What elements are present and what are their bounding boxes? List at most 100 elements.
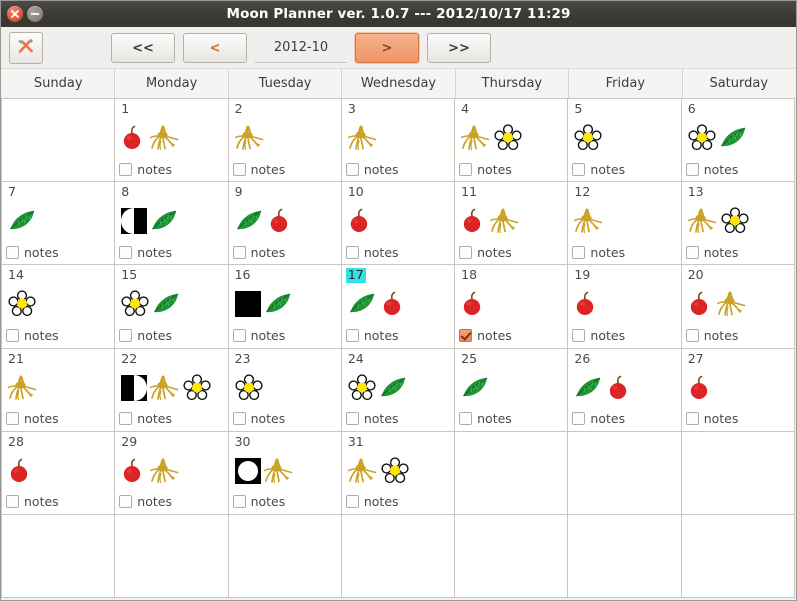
calendar-cell-day-1[interactable]: 1 notes [114,98,229,183]
notes-label[interactable]: notes [251,328,286,343]
notes-checkbox[interactable] [119,245,133,259]
notes-checkbox[interactable] [459,162,473,176]
notes-checkbox[interactable] [459,245,473,259]
notes-checkbox[interactable] [232,245,246,259]
notes-label[interactable]: notes [590,162,625,177]
notes-checkbox[interactable] [345,412,359,426]
notes-checkbox[interactable] [232,412,246,426]
calendar-cell-day-13[interactable]: 13 notes [680,181,795,266]
tools-button[interactable] [9,31,43,64]
calendar-cell-day-30[interactable]: 30 notes [227,430,342,515]
notes-checkbox[interactable] [232,162,246,176]
notes-checkbox[interactable] [685,162,699,176]
notes-label[interactable]: notes [364,411,399,426]
calendar-cell-day-12[interactable]: 12 notes [567,181,682,266]
calendar-cell-day-20[interactable]: 20 notes [680,264,795,349]
notes-checkbox[interactable] [572,329,586,343]
calendar-cell-day-18[interactable]: 18 notes [454,264,569,349]
notes-label[interactable]: notes [251,411,286,426]
notes-label[interactable]: notes [364,245,399,260]
calendar-cell-day-3[interactable]: 3 notes [340,98,456,183]
notes-checkbox[interactable] [345,329,359,343]
calendar-cell-day-22[interactable]: 22 notes [114,347,229,432]
prev-month-button[interactable]: < [183,33,247,63]
calendar-cell-day-17[interactable]: 17 notes [340,264,456,349]
notes-checkbox[interactable] [6,329,19,343]
calendar-cell-day-15[interactable]: 15 notes [114,264,229,349]
notes-checkbox[interactable] [572,412,586,426]
notes-label[interactable]: notes [251,162,286,177]
notes-label[interactable]: notes [590,245,625,260]
calendar-cell-day-9[interactable]: 9 notes [227,181,342,266]
notes-checkbox[interactable] [459,412,473,426]
calendar-cell-day-16[interactable]: 16 notes [227,264,342,349]
calendar-cell-day-6[interactable]: 6 notes [680,98,795,183]
month-display[interactable]: 2012-10 [255,33,347,63]
notes-label[interactable]: notes [704,245,739,260]
notes-label[interactable]: notes [24,328,59,343]
last-month-button[interactable]: >> [427,33,491,63]
calendar-cell-day-21[interactable]: 21 notes [1,347,116,432]
notes-label[interactable]: notes [477,245,512,260]
notes-checkbox[interactable] [119,329,133,343]
notes-checkbox[interactable] [572,245,586,259]
notes-label[interactable]: notes [137,411,172,426]
notes-checkbox[interactable] [119,495,133,509]
notes-label[interactable]: notes [590,328,625,343]
notes-label[interactable]: notes [137,494,172,509]
notes-label[interactable]: notes [477,328,512,343]
close-icon[interactable] [7,6,23,22]
notes-checkbox[interactable] [685,412,699,426]
calendar-cell-day-19[interactable]: 19 notes [567,264,682,349]
calendar-cell-day-11[interactable]: 11 notes [454,181,569,266]
notes-checkbox[interactable] [685,245,699,259]
notes-label[interactable]: notes [704,411,739,426]
calendar-cell-day-5[interactable]: 5 notes [567,98,682,183]
notes-checkbox[interactable] [232,495,246,509]
calendar-cell-day-28[interactable]: 28 notes [1,430,116,515]
notes-label[interactable]: notes [24,411,59,426]
calendar-cell-day-2[interactable]: 2 notes [227,98,342,183]
notes-checkbox[interactable] [119,412,133,426]
calendar-cell-day-7[interactable]: 7 notes [1,181,116,266]
notes-checkbox[interactable] [6,412,19,426]
next-month-button[interactable]: > [355,33,419,63]
notes-label[interactable]: notes [251,494,286,509]
calendar-cell-day-23[interactable]: 23 notes [227,347,342,432]
notes-label[interactable]: notes [137,162,172,177]
notes-label[interactable]: notes [364,162,399,177]
calendar-cell-day-24[interactable]: 24 notes [340,347,456,432]
notes-checkbox[interactable] [345,245,359,259]
notes-label[interactable]: notes [364,494,399,509]
calendar-cell-day-26[interactable]: 26 notes [567,347,682,432]
notes-checkbox[interactable] [232,329,246,343]
notes-label[interactable]: notes [477,411,512,426]
notes-checkbox[interactable] [6,245,19,259]
notes-label[interactable]: notes [137,328,172,343]
calendar-cell-day-8[interactable]: 8 notes [114,181,229,266]
notes-checkbox[interactable] [572,162,586,176]
calendar-cell-day-14[interactable]: 14 notes [1,264,116,349]
notes-label[interactable]: notes [137,245,172,260]
notes-label[interactable]: notes [24,494,59,509]
notes-label[interactable]: notes [251,245,286,260]
minimize-icon[interactable] [27,6,43,22]
notes-label[interactable]: notes [477,162,512,177]
calendar-cell-day-4[interactable]: 4 notes [454,98,569,183]
calendar-cell-day-10[interactable]: 10 notes [340,181,456,266]
notes-label[interactable]: notes [364,328,399,343]
notes-label[interactable]: notes [704,162,739,177]
calendar-cell-day-31[interactable]: 31 notes [340,430,456,515]
notes-checkbox[interactable] [119,162,133,176]
first-month-button[interactable]: << [111,33,175,63]
notes-checkbox[interactable] [6,495,19,509]
notes-checkbox[interactable] [459,329,473,343]
calendar-cell-day-27[interactable]: 27 notes [680,347,795,432]
notes-checkbox[interactable] [345,162,359,176]
calendar-cell-day-25[interactable]: 25 notes [454,347,569,432]
notes-label[interactable]: notes [24,245,59,260]
notes-label[interactable]: notes [704,328,739,343]
notes-label[interactable]: notes [590,411,625,426]
notes-checkbox[interactable] [345,495,359,509]
notes-checkbox[interactable] [685,329,699,343]
